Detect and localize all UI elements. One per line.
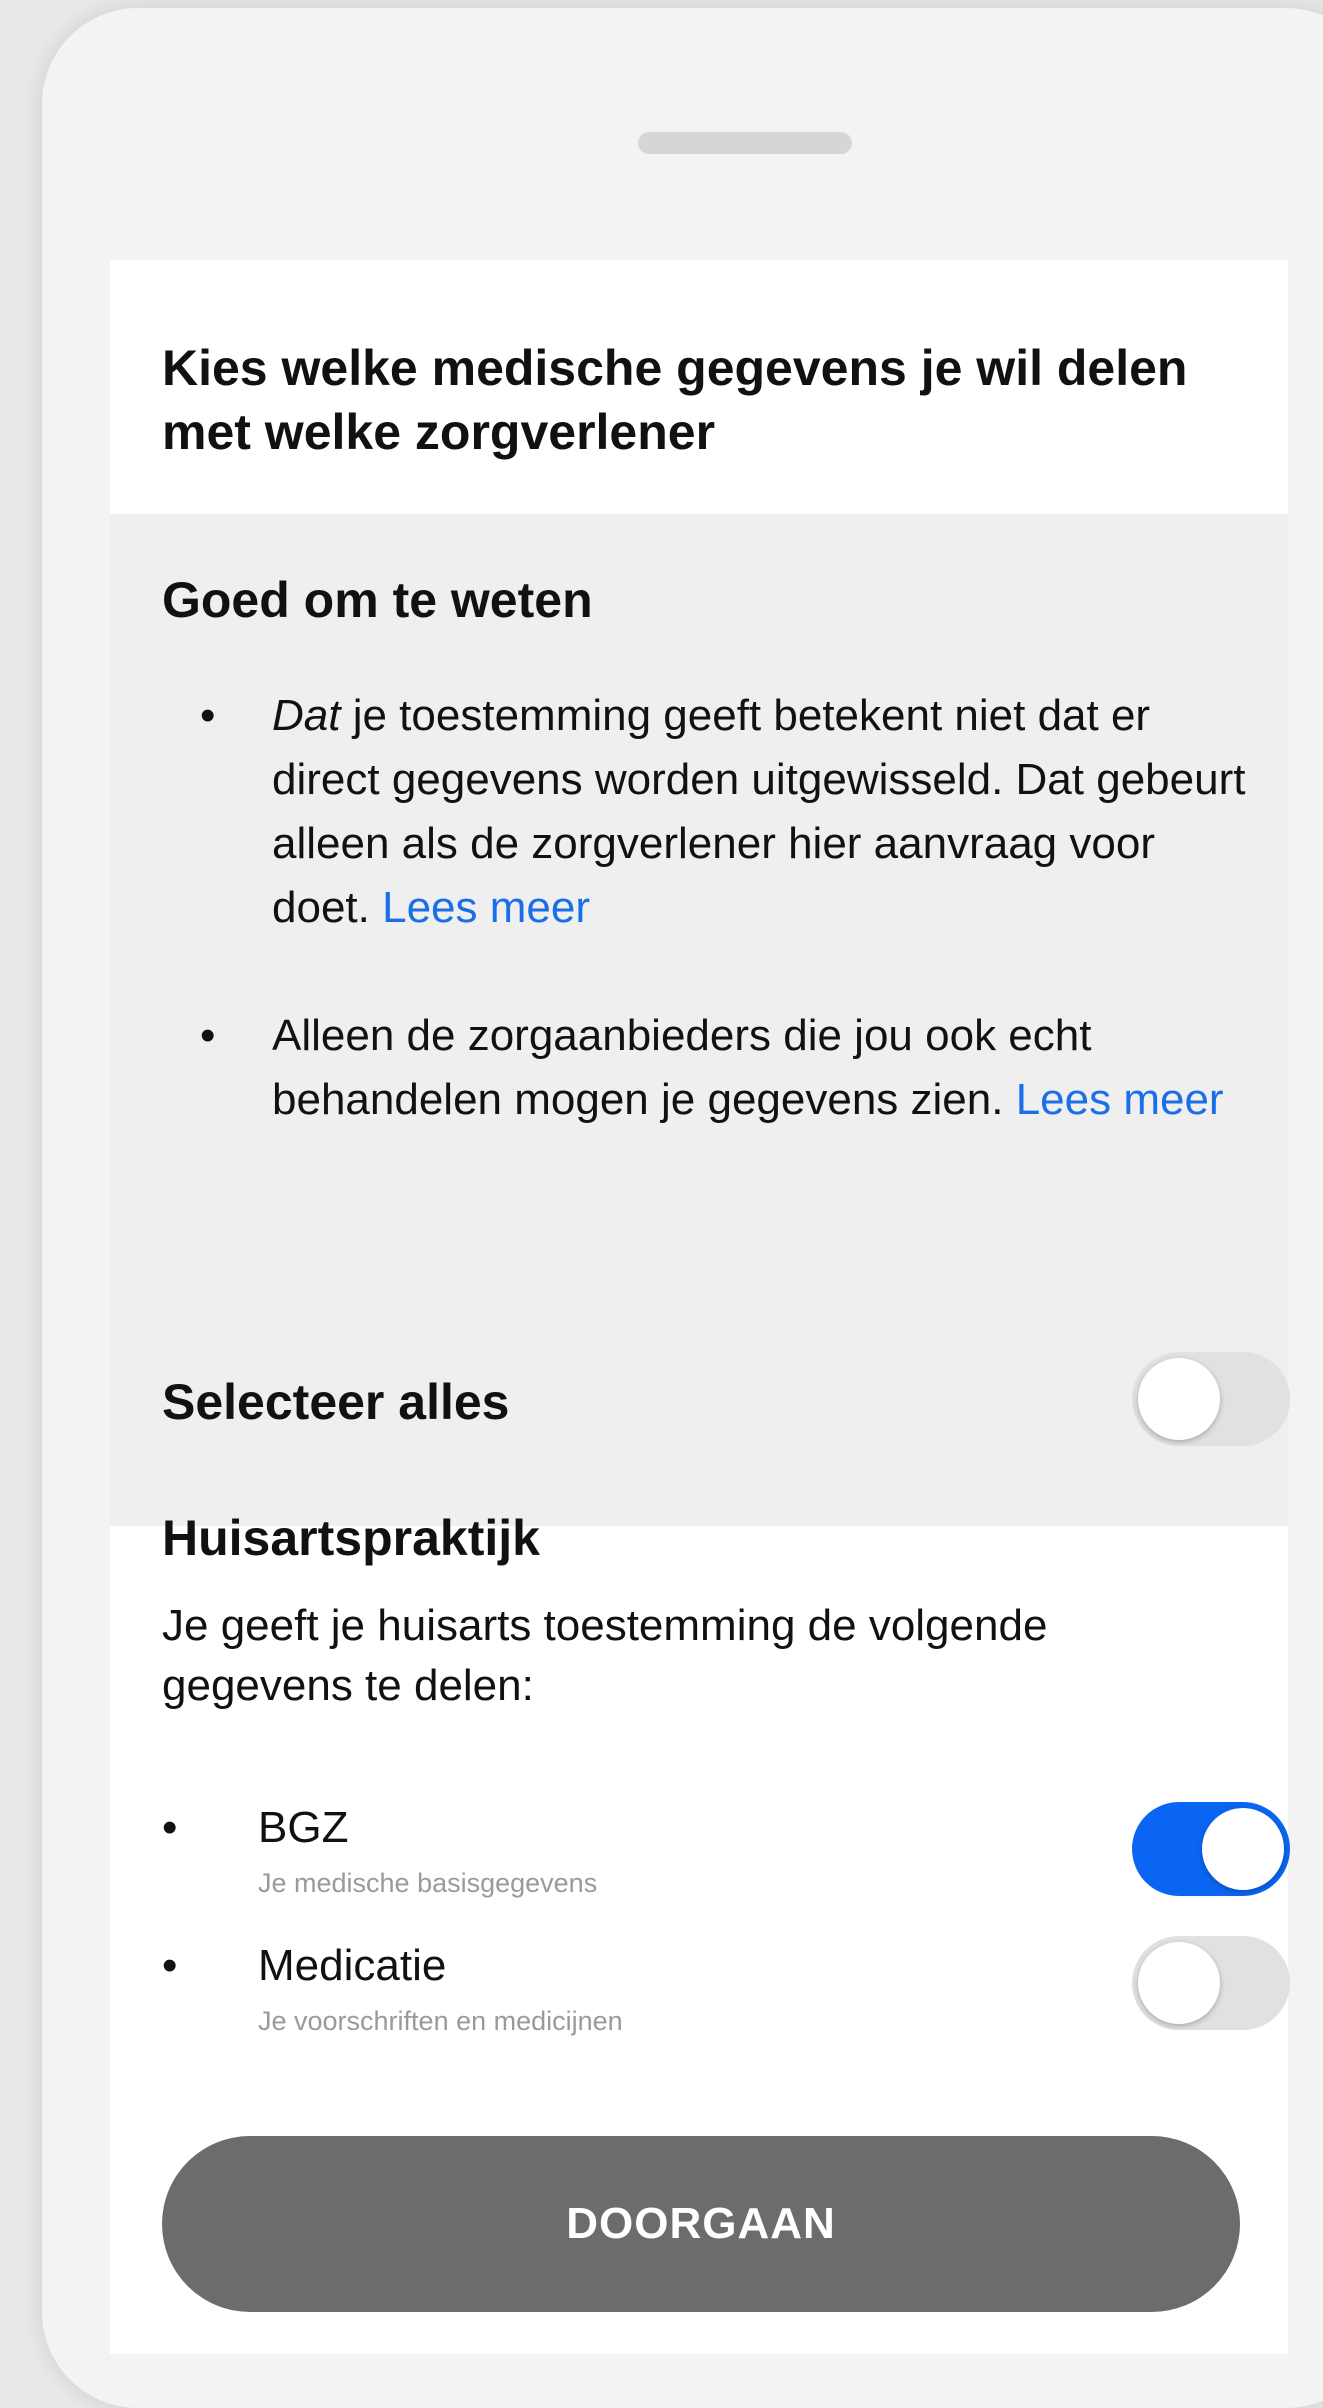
- select-all-toggle[interactable]: [1132, 1352, 1290, 1446]
- continue-button[interactable]: DOORGAAN: [162, 2136, 1240, 2312]
- select-all-label: Selecteer alles: [162, 1374, 510, 1430]
- bgz-toggle[interactable]: [1132, 1802, 1290, 1896]
- read-more-link[interactable]: Lees meer: [1016, 1075, 1224, 1124]
- toggle-knob: [1138, 1942, 1220, 2024]
- data-item-bgz: • BGZ Je medische basisgegevens: [162, 1798, 1290, 1918]
- info-bullet-text: Alleen de zorgaanbieders die jou ook ech…: [272, 1004, 1252, 1132]
- data-item-name: Medicatie: [258, 1941, 447, 1990]
- data-item-subtitle: Je voorschriften en medicijnen: [258, 2006, 623, 2036]
- info-heading: Goed om te weten: [162, 572, 593, 628]
- sheet-title: Kies welke medische gegevens je wil dele…: [162, 340, 1188, 460]
- toggle-knob: [1138, 1358, 1220, 1440]
- info-bullet: • Dat je toestemming geeft betekent niet…: [162, 684, 1245, 940]
- info-bullet: • Alleen de zorgaanbieders die jou ook e…: [162, 1004, 1242, 1132]
- bullet-dot: •: [162, 1941, 178, 1990]
- medicatie-toggle[interactable]: [1132, 1936, 1290, 2030]
- consent-sheet: Kies welke medische gegevens je wil dele…: [110, 260, 1290, 2354]
- data-item-subtitle: Je medische basisgegevens: [258, 1868, 598, 1898]
- practice-heading: Huisartspraktijk: [162, 1510, 540, 1566]
- data-item-medicatie: • Medicatie Je voorschriften en medicijn…: [162, 1936, 1290, 2056]
- info-bullet-body: Alleen de zorgaanbieders die jou ook ech…: [272, 1011, 1092, 1124]
- sheet-grabber-handle[interactable]: [638, 132, 852, 154]
- title-section: Kies welke medische gegevens je wil dele…: [110, 260, 1288, 514]
- data-item-name: BGZ: [258, 1803, 349, 1852]
- bullet-dot: •: [200, 1011, 216, 1060]
- toggle-knob: [1202, 1808, 1284, 1890]
- info-bullet-text: Dat je toestemming geeft betekent niet d…: [272, 684, 1252, 940]
- bullet-dot: •: [162, 1803, 178, 1852]
- select-all-row: Selecteer alles: [162, 1352, 1290, 1452]
- practice-description: Je geeft je huisarts toestemming de volg…: [162, 1601, 1048, 1710]
- read-more-link[interactable]: Lees meer: [382, 883, 590, 932]
- info-bullet-emphasis: Dat: [272, 691, 341, 740]
- bullet-dot: •: [200, 691, 216, 740]
